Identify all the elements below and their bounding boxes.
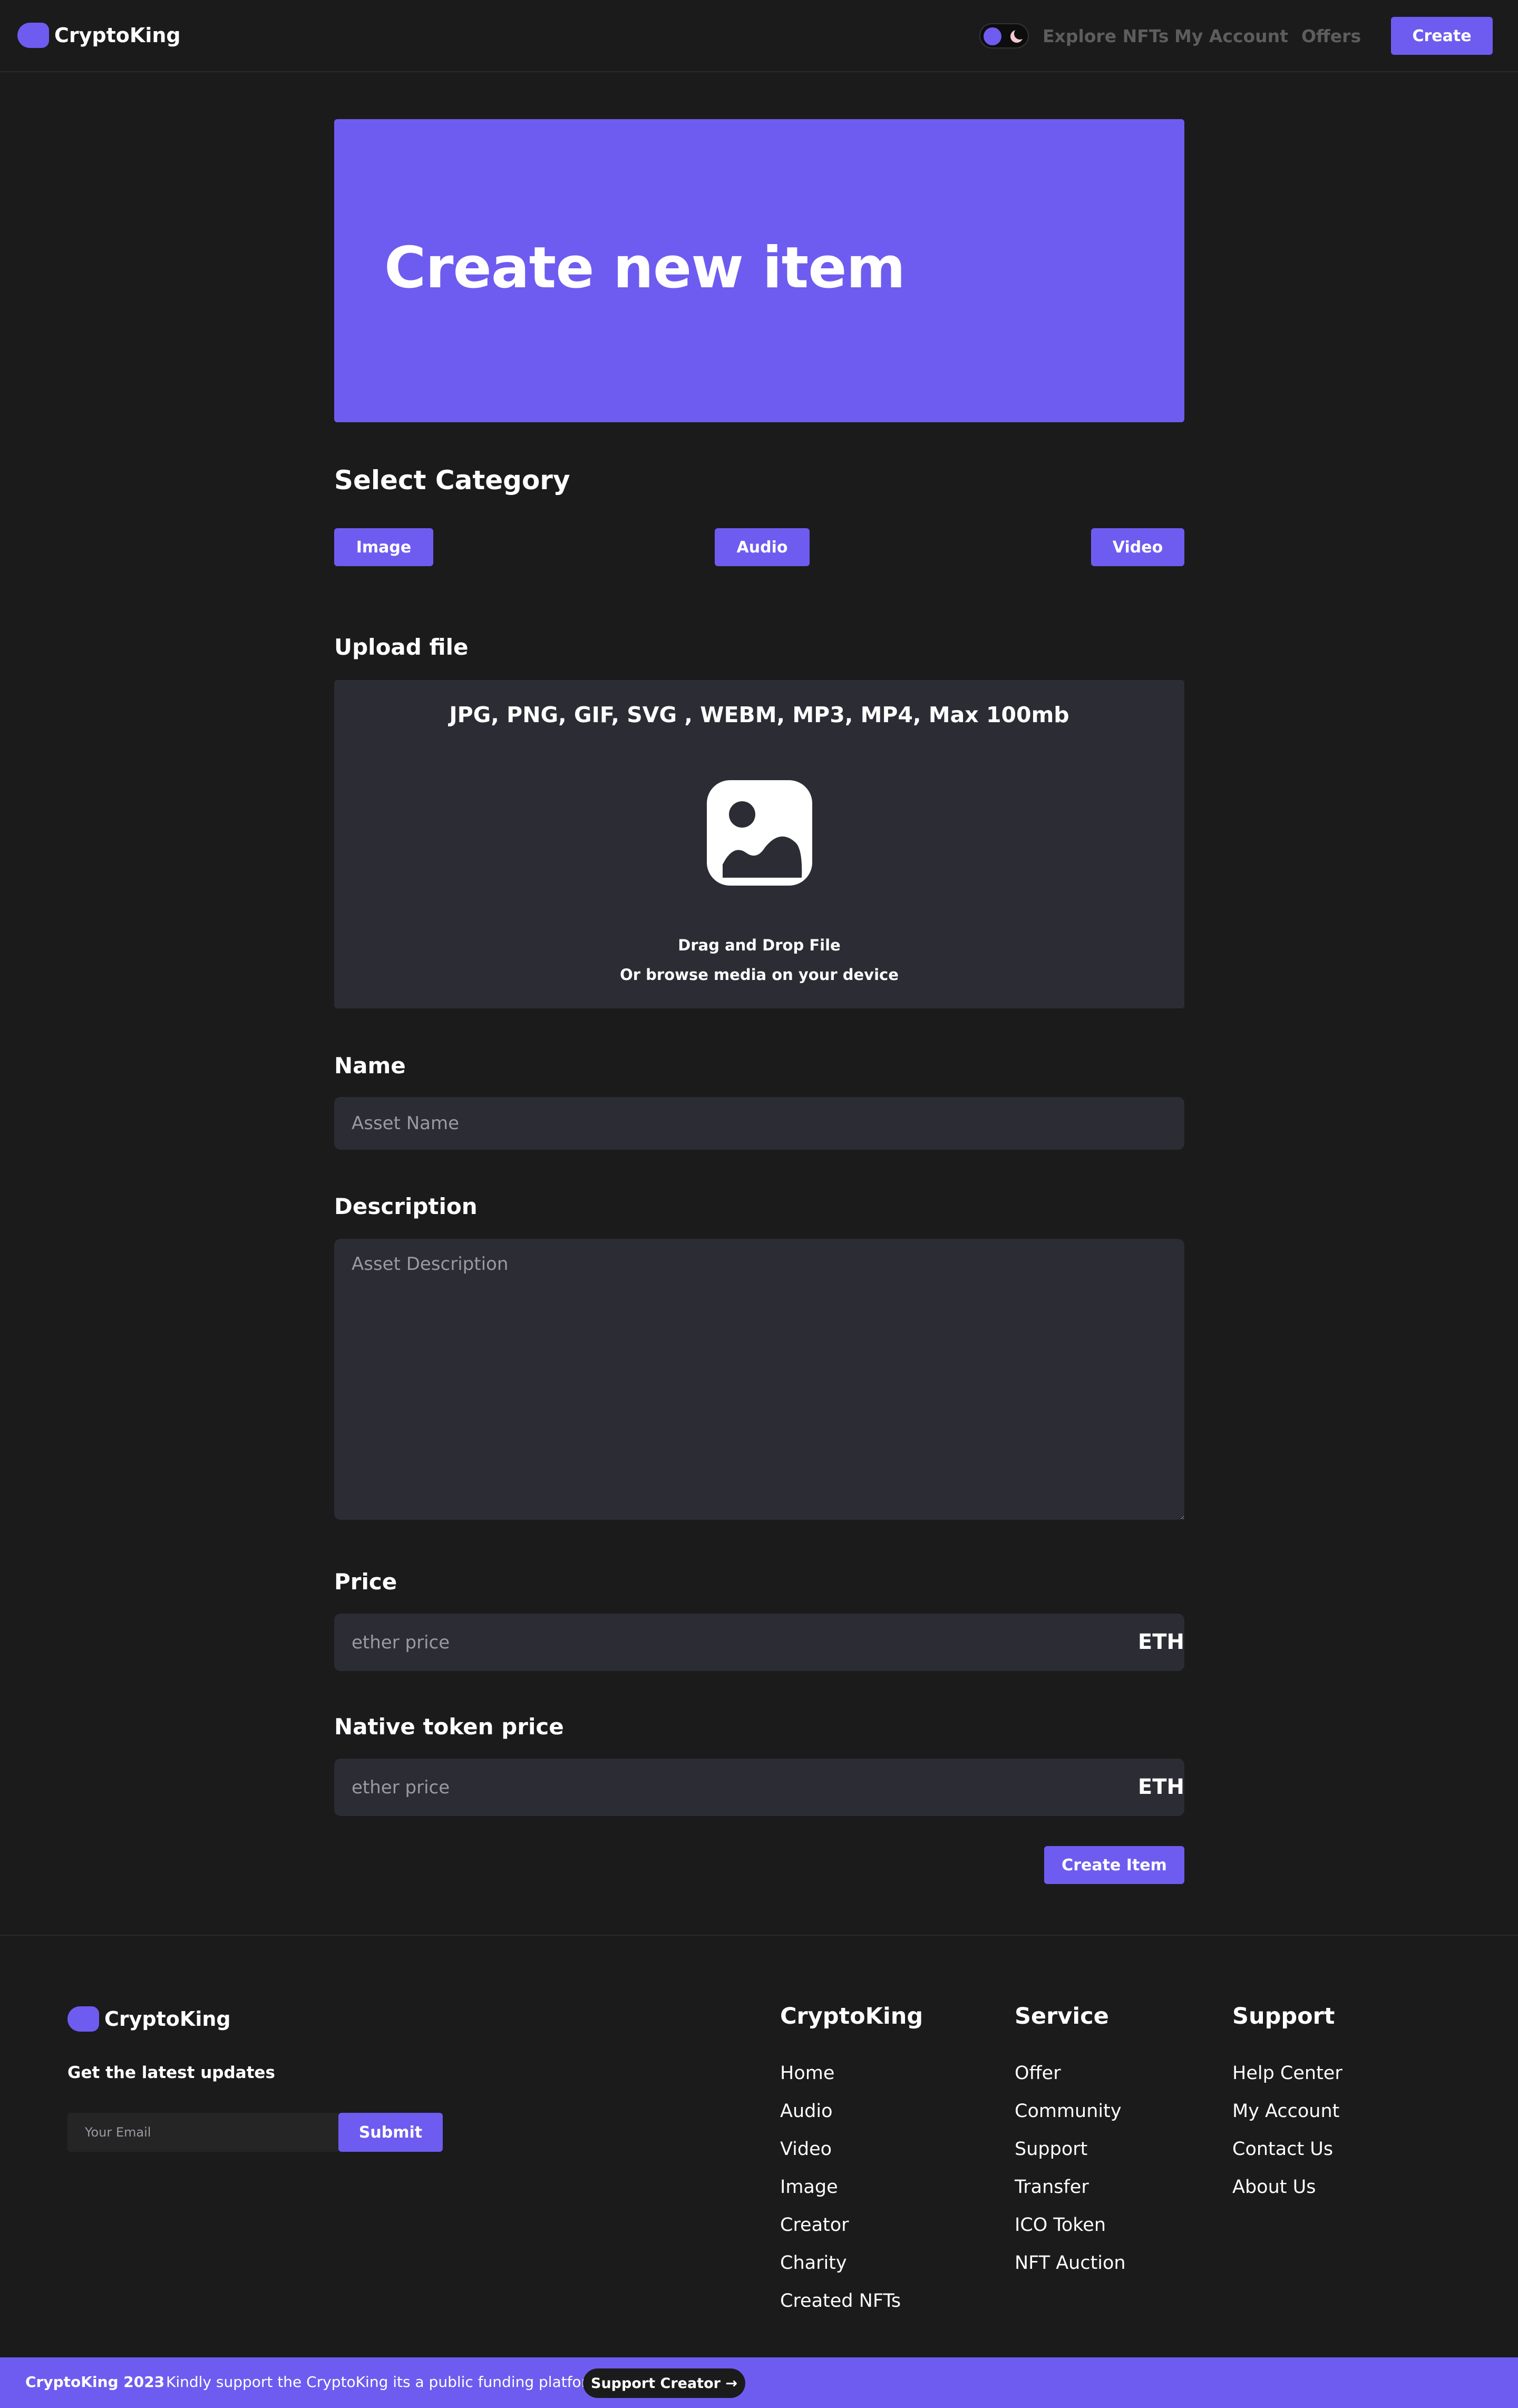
- footer-column-title: Support: [1232, 2003, 1335, 2030]
- copyright-text: CryptoKing 2023: [25, 2373, 165, 2391]
- brand-name: CryptoKing: [54, 24, 181, 47]
- footer-divider: [0, 1935, 1518, 1936]
- support-banner: CryptoKing 2023 · Kindly support the Cry…: [0, 2357, 1518, 2408]
- nav-offers[interactable]: Offers: [1301, 26, 1361, 46]
- category-video-button[interactable]: Video: [1091, 528, 1184, 566]
- footer-column-title: Service: [1015, 2003, 1109, 2030]
- upload-browse-text: Or browse media on your device: [620, 966, 899, 984]
- footer-link-home[interactable]: Home: [780, 2063, 923, 2101]
- footer-column-title: CryptoKing: [780, 2003, 923, 2030]
- footer-link-nft-auction[interactable]: NFT Auction: [1015, 2253, 1126, 2291]
- theme-toggle[interactable]: [979, 23, 1029, 48]
- footer-link-charity[interactable]: Charity: [780, 2253, 923, 2291]
- footer-link-image[interactable]: Image: [780, 2177, 923, 2215]
- footer-link-ico-token[interactable]: ICO Token: [1015, 2215, 1126, 2253]
- upload-dropzone[interactable]: JPG, PNG, GIF, SVG , WEBM, MP3, MP4, Max…: [334, 680, 1184, 1008]
- footer-link-contact-us[interactable]: Contact Us: [1232, 2139, 1342, 2177]
- description-label: Description: [334, 1193, 478, 1219]
- footer-link-help-center[interactable]: Help Center: [1232, 2063, 1342, 2101]
- logo-icon: [17, 23, 49, 48]
- category-audio-button[interactable]: Audio: [715, 528, 810, 566]
- native-price-input[interactable]: [334, 1759, 1184, 1816]
- support-creator-button[interactable]: Support Creator →: [583, 2368, 745, 2398]
- upload-formats: JPG, PNG, GIF, SVG , WEBM, MP3, MP4, Max…: [449, 702, 1069, 727]
- nav-explore-nfts[interactable]: Explore NFTs: [1043, 26, 1169, 46]
- footer-brand-name: CryptoKing: [104, 2007, 231, 2031]
- newsletter-submit-button[interactable]: Submit: [338, 2113, 443, 2152]
- footer-link-transfer[interactable]: Transfer: [1015, 2177, 1126, 2215]
- support-message: Kindly support the CryptoKing its a publ…: [166, 2373, 601, 2391]
- native-price-label: Native token price: [334, 1714, 564, 1740]
- brand-logo[interactable]: CryptoKing: [17, 23, 181, 48]
- asset-name-input[interactable]: [334, 1097, 1184, 1150]
- newsletter-heading: Get the latest updates: [67, 2063, 275, 2082]
- footer-link-creator[interactable]: Creator: [780, 2215, 923, 2253]
- price-label: Price: [334, 1569, 397, 1595]
- footer-column-support: Support Help Center My Account Contact U…: [1232, 2003, 1342, 2215]
- logo-icon: [67, 2006, 99, 2032]
- price-unit: ETH: [1137, 1630, 1184, 1654]
- name-label: Name: [334, 1053, 406, 1079]
- footer-link-about-us[interactable]: About Us: [1232, 2177, 1342, 2215]
- footer-link-audio[interactable]: Audio: [780, 2101, 923, 2139]
- image-icon: [707, 780, 812, 886]
- site-header: CryptoKing Explore NFTs My Account Offer…: [0, 0, 1518, 72]
- footer-link-community[interactable]: Community: [1015, 2101, 1126, 2139]
- footer-column-service: Service Offer Community Support Transfer…: [1015, 2003, 1126, 2291]
- moon-icon: [1008, 27, 1026, 45]
- native-price-unit: ETH: [1137, 1775, 1184, 1799]
- asset-description-input[interactable]: [334, 1239, 1184, 1520]
- newsletter-email-input[interactable]: [67, 2113, 338, 2152]
- toggle-knob: [984, 27, 1001, 45]
- category-image-button[interactable]: Image: [334, 528, 433, 566]
- footer-link-support[interactable]: Support: [1015, 2139, 1126, 2177]
- footer-link-video[interactable]: Video: [780, 2139, 923, 2177]
- page-title: Create new item: [384, 235, 906, 301]
- image-icon-mountains: [723, 836, 802, 878]
- hero-banner: Create new item: [334, 119, 1184, 422]
- create-item-button[interactable]: Create Item: [1044, 1846, 1184, 1884]
- price-input[interactable]: [334, 1614, 1184, 1671]
- separator: ·: [154, 2373, 159, 2391]
- nav-my-account[interactable]: My Account: [1174, 26, 1288, 46]
- footer-column-cryptoking: CryptoKing Home Audio Video Image Creato…: [780, 2003, 923, 2329]
- category-title: Select Category: [334, 465, 570, 496]
- footer-brand-logo[interactable]: CryptoKing: [67, 2006, 231, 2032]
- upload-title: Upload file: [334, 634, 469, 660]
- footer-link-my-account[interactable]: My Account: [1232, 2101, 1342, 2139]
- footer-link-offer[interactable]: Offer: [1015, 2063, 1126, 2101]
- create-button[interactable]: Create: [1391, 17, 1493, 55]
- upload-drag-text: Drag and Drop File: [678, 936, 841, 954]
- footer-link-created-nfts[interactable]: Created NFTs: [780, 2291, 923, 2329]
